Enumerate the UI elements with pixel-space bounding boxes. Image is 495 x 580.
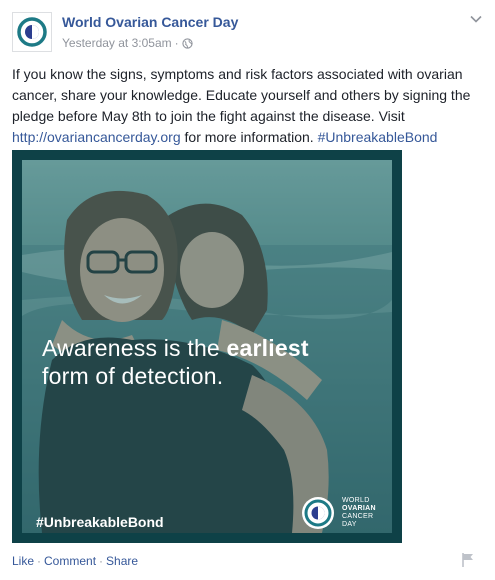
action-separator: · <box>37 554 42 568</box>
facebook-post: World Ovarian Cancer Day Yesterday at 3:… <box>0 0 495 580</box>
headline-bold: earliest <box>226 335 309 361</box>
image-logo: WORLD OVARIAN CANCER DAY <box>300 495 396 531</box>
ovarian-logo-icon <box>17 17 47 47</box>
post-hashtag-link[interactable]: #UnbreakableBond <box>318 129 438 145</box>
share-button[interactable]: Share <box>106 554 138 568</box>
image-headline: Awareness is the earliest form of detect… <box>42 334 382 390</box>
logo-line-4: DAY <box>342 521 357 528</box>
comment-button[interactable]: Comment <box>44 554 96 568</box>
post-link[interactable]: http://ovariancancerday.org <box>12 129 181 145</box>
logo-line-1: WORLD <box>342 497 370 504</box>
meta-separator: · <box>174 36 179 50</box>
post-text-end: for more information. <box>180 129 318 145</box>
logo-wordmark: WORLD OVARIAN CANCER DAY <box>342 497 376 529</box>
headline-line2: form of detection. <box>42 363 224 389</box>
logo-line-2: OVARIAN <box>342 505 376 512</box>
post-text-main: If you know the signs, symptoms and risk… <box>12 66 471 124</box>
post-image[interactable]: Awareness is the earliest form of detect… <box>12 150 402 543</box>
post-actions: Like · Comment · Share <box>12 554 138 568</box>
post-timestamp[interactable]: Yesterday at 3:05am <box>62 36 172 50</box>
image-hashtag: #UnbreakableBond <box>36 514 164 530</box>
action-separator: · <box>99 554 104 568</box>
headline-regular: Awareness is the <box>42 335 227 361</box>
post-meta: Yesterday at 3:05am · <box>62 36 193 50</box>
chevron-down-icon[interactable] <box>469 12 483 26</box>
ovarian-day-logo-icon <box>302 497 334 529</box>
post-message: If you know the signs, symptoms and risk… <box>12 64 480 148</box>
logo-line-3: CANCER <box>342 513 374 520</box>
globe-icon[interactable] <box>182 37 193 49</box>
page-avatar[interactable] <box>12 12 52 52</box>
like-button[interactable]: Like <box>12 554 34 568</box>
flag-icon[interactable] <box>461 552 475 568</box>
page-name-link[interactable]: World Ovarian Cancer Day <box>62 14 238 30</box>
